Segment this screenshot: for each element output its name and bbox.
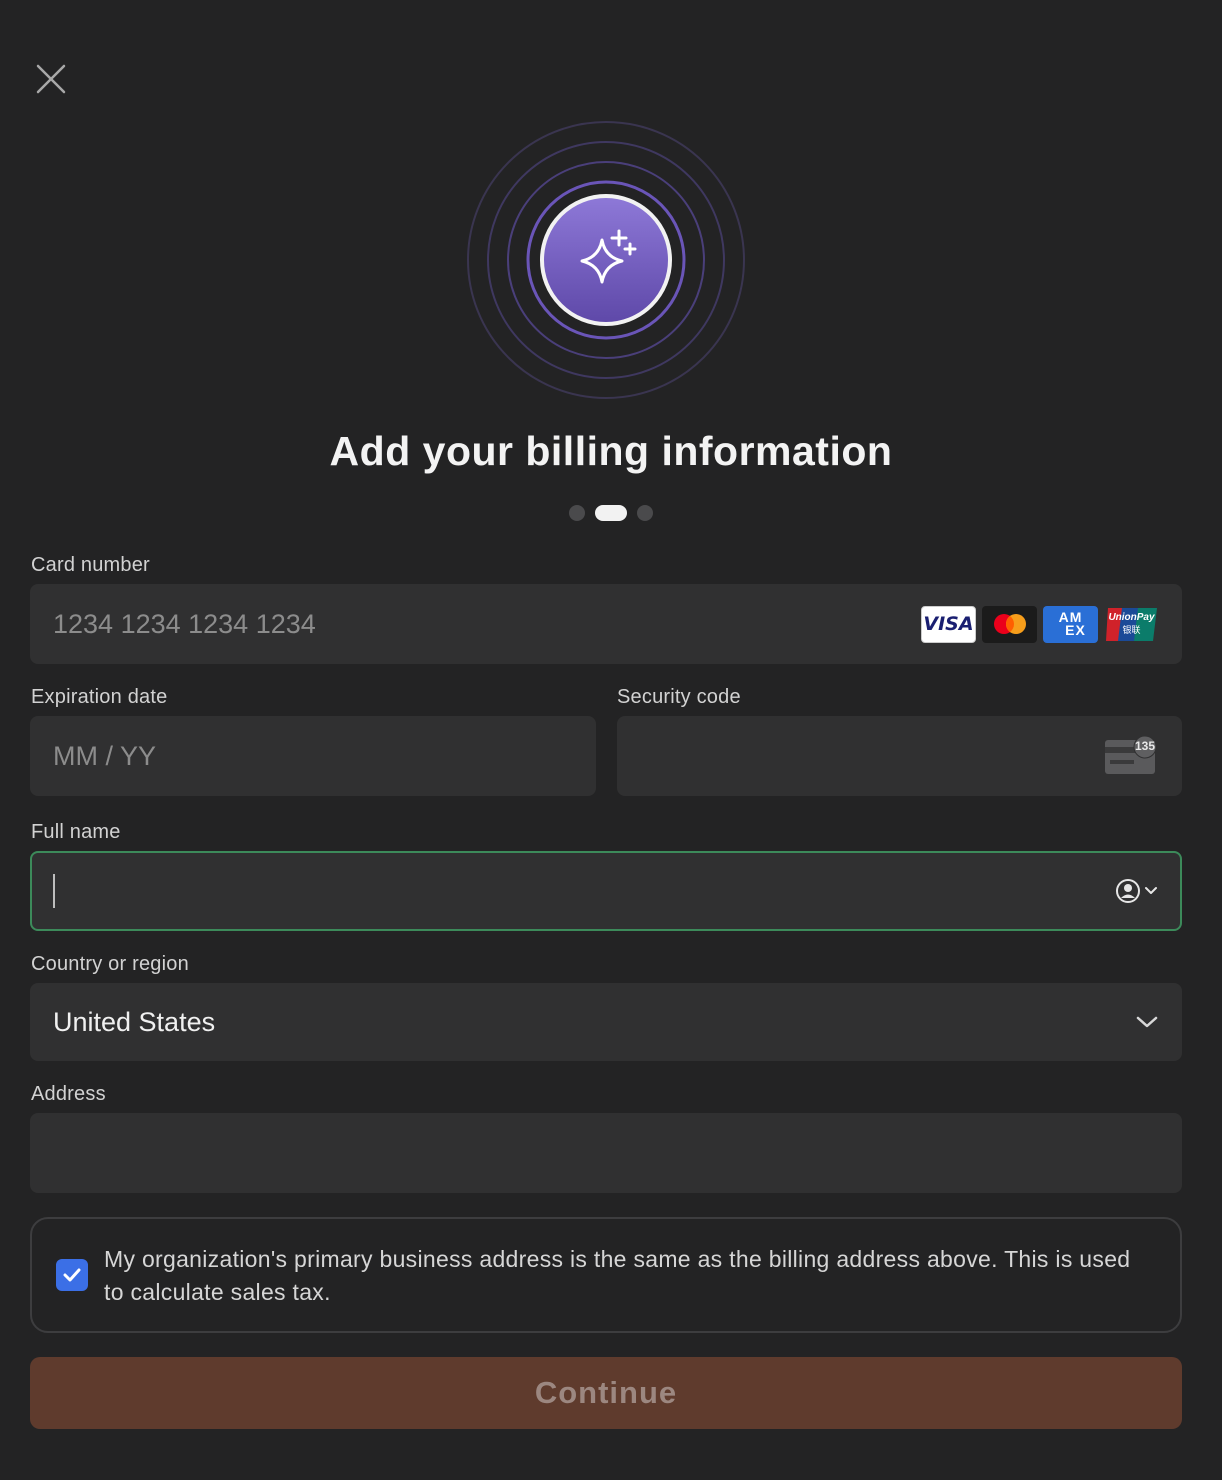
address-label: Address — [31, 1083, 106, 1105]
same-address-text: My organization's primary business addre… — [104, 1246, 1131, 1305]
page-title: Add your billing information — [329, 428, 893, 474]
chevron-down-icon — [1145, 887, 1157, 894]
card-number-placeholder: 1234 1234 1234 1234 — [53, 608, 316, 639]
country-value: United States — [53, 1006, 216, 1037]
card-brand-logos: VISA AM EX UnionPay 银联 — [921, 605, 1159, 643]
step-dot-2-active — [595, 505, 627, 521]
security-code-label: Security code — [617, 686, 741, 708]
address-input[interactable] — [30, 1113, 1182, 1193]
full-name-label: Full name — [31, 821, 121, 843]
expiration-placeholder: MM / YY — [53, 740, 157, 771]
cvc-card-icon: 135 — [1105, 736, 1159, 776]
person-circle-icon — [1116, 879, 1140, 903]
card-number-label: Card number — [31, 554, 150, 576]
close-icon — [36, 64, 66, 94]
text-cursor — [53, 874, 55, 908]
country-select[interactable]: United States — [30, 983, 1182, 1061]
amex-icon: AM EX — [1043, 605, 1098, 643]
step-dot-3 — [637, 505, 653, 521]
same-address-option: My organization's primary business addre… — [30, 1217, 1182, 1333]
step-dot-1 — [569, 505, 585, 521]
expiration-label: Expiration date — [31, 686, 168, 708]
autofill-contact-button[interactable] — [1115, 878, 1159, 904]
continue-button[interactable]: Continue — [30, 1357, 1182, 1429]
full-name-input[interactable] — [30, 851, 1182, 931]
expiration-input[interactable]: MM / YY — [30, 716, 596, 796]
unionpay-icon: UnionPay 银联 — [1104, 606, 1159, 643]
security-code-input[interactable]: 135 — [617, 716, 1182, 796]
chevron-down-icon — [1136, 1016, 1158, 1028]
hero-illustration — [466, 120, 746, 400]
mastercard-icon — [982, 605, 1037, 643]
step-indicator — [0, 505, 1222, 521]
country-label: Country or region — [31, 953, 189, 975]
close-button[interactable] — [34, 62, 68, 96]
card-number-input[interactable]: 1234 1234 1234 1234 VISA AM EX UnionPay — [30, 584, 1182, 664]
visa-icon: VISA — [921, 605, 976, 643]
same-address-checkbox[interactable] — [56, 1259, 88, 1291]
checkmark-icon — [63, 1268, 81, 1282]
